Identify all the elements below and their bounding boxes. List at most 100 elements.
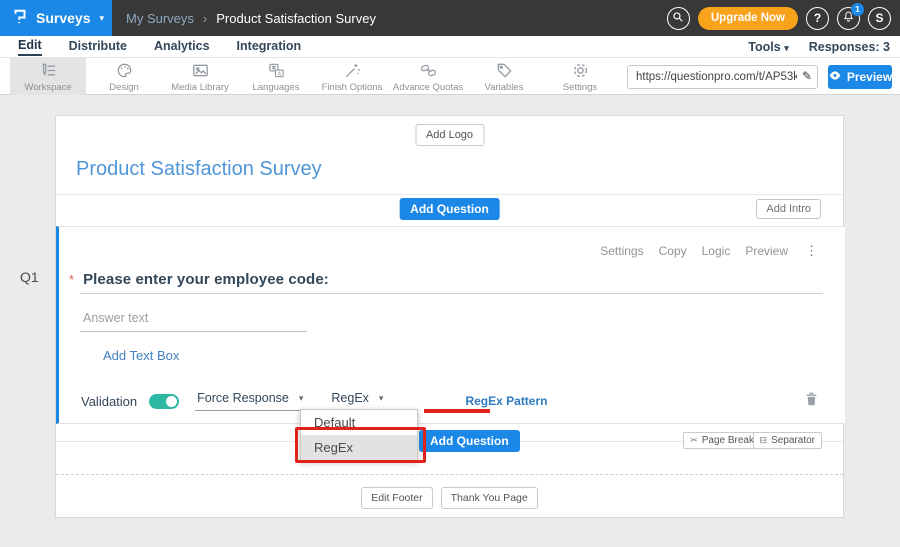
- page-break-button[interactable]: ✂ Page Break: [683, 432, 761, 449]
- validation-toggle[interactable]: [149, 394, 179, 409]
- toolbar-label: Advance Quotas: [393, 82, 463, 93]
- question-number: Q1: [20, 269, 39, 285]
- toolbar-items: Workspace Design: [10, 58, 618, 95]
- toolbar-label: Languages: [252, 82, 299, 93]
- answer-text-field[interactable]: Answer text: [83, 311, 148, 325]
- thank-you-page-button[interactable]: Thank You Page: [441, 487, 538, 509]
- help-button[interactable]: ?: [806, 7, 829, 30]
- search-icon: [671, 10, 685, 27]
- add-text-box-link[interactable]: Add Text Box: [103, 348, 179, 363]
- tools-label: Tools: [748, 40, 780, 54]
- toggle-knob: [166, 396, 177, 407]
- breadcrumb: My Surveys › Product Satisfaction Survey: [126, 0, 376, 36]
- preview-label: Preview: [847, 70, 892, 84]
- notifications-button[interactable]: 1: [837, 7, 860, 30]
- breadcrumb-current: Product Satisfaction Survey: [216, 11, 376, 26]
- breadcrumb-my-surveys[interactable]: My Surveys: [126, 11, 194, 26]
- questionpro-survey-editor: Surveys ▾ My Surveys › Product Satisfact…: [0, 0, 900, 547]
- toolbar-item-media-library[interactable]: Media Library: [162, 58, 238, 95]
- questionpro-logo-icon: [11, 7, 29, 30]
- survey-card: Add Logo Product Satisfaction Survey Add…: [55, 115, 844, 518]
- separator-label: Separator: [771, 435, 815, 446]
- translate-icon: A: [267, 61, 286, 80]
- survey-nav: Edit Distribute Analytics Integration To…: [0, 36, 900, 58]
- upgrade-now-button[interactable]: Upgrade Now: [698, 7, 798, 30]
- page-break-label: Page Break: [702, 435, 754, 446]
- toolbar-item-advance-quotas[interactable]: Advance Quotas: [390, 58, 466, 95]
- question-card: Settings Copy Logic Preview ⋮ * Please e…: [56, 226, 845, 424]
- tab-distribute[interactable]: Distribute: [69, 39, 127, 55]
- question-settings-link[interactable]: Settings: [600, 244, 643, 258]
- separator-button[interactable]: ⊟ Separator: [753, 432, 822, 449]
- edit-url-icon[interactable]: ✎: [802, 69, 812, 83]
- question-mark-icon: ?: [814, 11, 821, 25]
- avatar-initial: S: [875, 11, 883, 25]
- toolbar-item-settings[interactable]: Settings: [542, 58, 618, 95]
- question-copy-link[interactable]: Copy: [659, 244, 687, 258]
- chevron-down-icon: ▾: [299, 393, 304, 404]
- workspace-icon: [39, 61, 58, 80]
- validation-type-dropdown[interactable]: RegEx ▾: [329, 391, 389, 411]
- question-preview-link[interactable]: Preview: [745, 244, 788, 258]
- validation-type-menu: Default RegEx: [300, 409, 418, 461]
- survey-nav-tabs: Edit Distribute Analytics Integration: [18, 36, 301, 58]
- scissors-icon: ✂: [690, 435, 698, 446]
- footer-row: Edit Footer Thank You Page: [56, 487, 843, 509]
- regex-pattern-link[interactable]: RegEx Pattern: [465, 394, 547, 408]
- top-bar: Surveys ▾ My Surveys › Product Satisfact…: [0, 0, 900, 36]
- eye-icon: [828, 70, 842, 84]
- toolbar-item-finish-options[interactable]: Finish Options: [314, 58, 390, 95]
- question-text-row: * Please enter your employee code:: [69, 271, 329, 288]
- notification-badge: 1: [851, 3, 864, 16]
- toolbar-item-variables[interactable]: Variables: [466, 58, 542, 95]
- required-asterisk: *: [69, 272, 74, 287]
- svg-text:A: A: [277, 71, 281, 77]
- force-response-dropdown[interactable]: Force Response ▾: [195, 391, 309, 411]
- validation-label: Validation: [81, 394, 137, 409]
- edit-footer-button[interactable]: Edit Footer: [361, 487, 432, 509]
- breadcrumb-separator-icon: ›: [203, 11, 207, 26]
- toolbar-label: Workspace: [24, 82, 71, 93]
- account-avatar[interactable]: S: [868, 7, 891, 30]
- dropdown-option-default[interactable]: Default: [301, 410, 417, 435]
- product-label: Surveys: [36, 10, 90, 26]
- chain-links-icon: [419, 61, 438, 80]
- kebab-menu-icon[interactable]: ⋮: [805, 243, 818, 259]
- tab-edit[interactable]: Edit: [18, 38, 42, 56]
- preview-button[interactable]: Preview: [828, 65, 892, 89]
- tab-integration[interactable]: Integration: [237, 39, 302, 55]
- chevron-down-icon: ▾: [784, 43, 789, 53]
- toolbar-label: Variables: [485, 82, 524, 93]
- question-underline: [80, 293, 823, 294]
- tools-menu[interactable]: Tools ▾: [748, 40, 788, 54]
- validation-row: Validation Force Response ▾ RegEx ▾ RegE…: [81, 389, 818, 413]
- magic-wand-icon: [343, 61, 362, 80]
- toolbar-item-workspace[interactable]: Workspace: [10, 58, 86, 95]
- answer-underline: [80, 331, 307, 332]
- add-question-button-top[interactable]: Add Question: [399, 198, 500, 220]
- survey-url-box: ✎: [627, 65, 818, 89]
- validation-type-value: RegEx: [331, 391, 369, 405]
- palette-icon: [115, 61, 134, 80]
- add-intro-button[interactable]: Add Intro: [756, 199, 821, 219]
- search-button[interactable]: [667, 7, 690, 30]
- question-text[interactable]: Please enter your employee code:: [83, 271, 329, 288]
- survey-title[interactable]: Product Satisfaction Survey: [76, 158, 322, 181]
- chevron-down-icon: ▾: [379, 393, 384, 404]
- toolbar-item-design[interactable]: Design: [86, 58, 162, 95]
- question-actions: Settings Copy Logic Preview ⋮: [600, 243, 818, 259]
- question-logic-link[interactable]: Logic: [702, 244, 731, 258]
- tag-icon: [495, 61, 514, 80]
- dropdown-option-regex[interactable]: RegEx: [301, 435, 417, 460]
- responses-count[interactable]: Responses: 3: [809, 40, 890, 54]
- product-switcher[interactable]: Surveys ▾: [0, 0, 112, 36]
- toolbar-item-languages[interactable]: A Languages: [238, 58, 314, 95]
- add-logo-button[interactable]: Add Logo: [415, 124, 484, 146]
- add-question-button-bottom[interactable]: Add Question: [419, 430, 520, 452]
- survey-nav-right: Tools ▾ Responses: 3: [748, 36, 890, 58]
- survey-url-input[interactable]: [628, 66, 817, 88]
- separator-box-icon: ⊟: [760, 435, 768, 446]
- delete-question-icon[interactable]: [805, 391, 818, 411]
- footer-divider: [56, 474, 843, 475]
- tab-analytics[interactable]: Analytics: [154, 39, 210, 55]
